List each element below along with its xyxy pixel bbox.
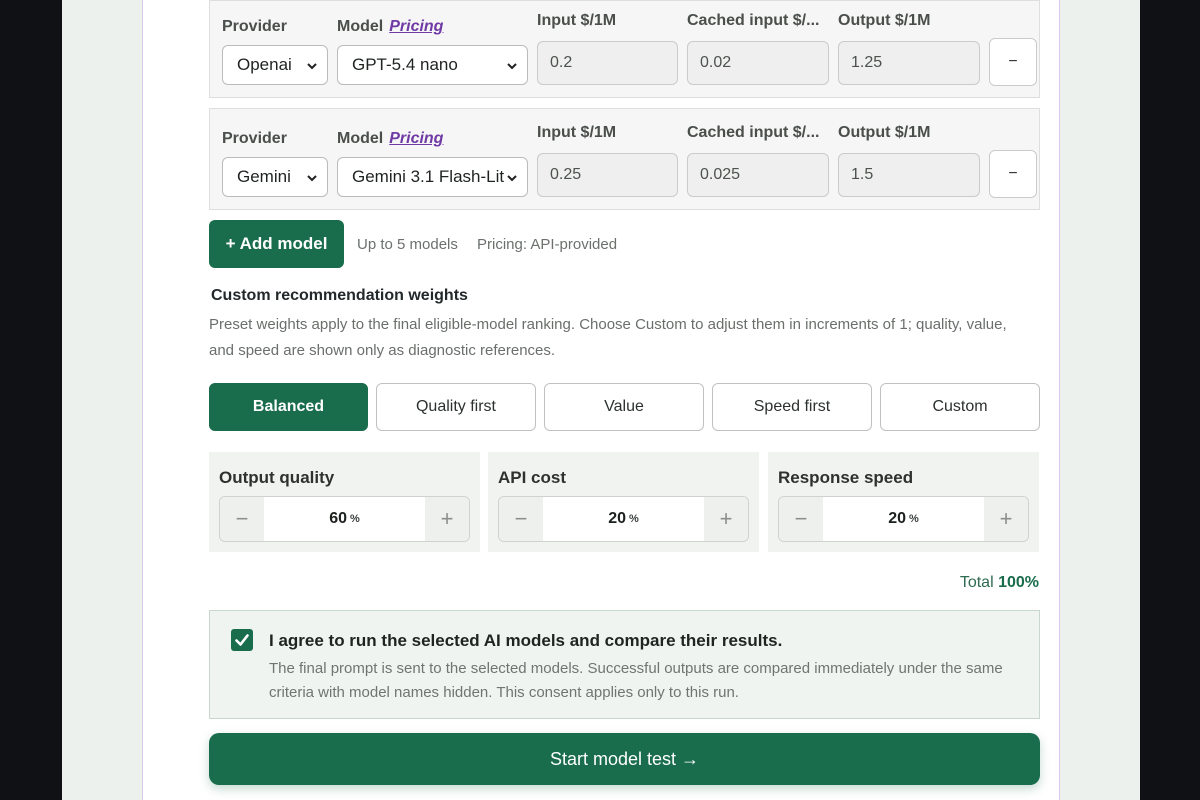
weight-card-quality: Output quality − 60% +	[209, 452, 480, 552]
total-label: Total	[959, 574, 994, 591]
preset-custom-button[interactable]: Custom	[880, 383, 1040, 431]
increment-button[interactable]: +	[425, 497, 469, 541]
provider-select-value: Openai	[237, 55, 292, 74]
weight-label: Response speed	[778, 468, 914, 487]
weight-value[interactable]: 20%	[823, 497, 984, 541]
model-label-text: Model	[337, 130, 384, 147]
decrement-button[interactable]: −	[499, 497, 543, 541]
quality-stepper: − 60% +	[219, 496, 470, 542]
preset-value-button[interactable]: Value	[544, 383, 704, 431]
increment-button[interactable]: +	[984, 497, 1028, 541]
output-price-field[interactable]: 1.5	[838, 153, 980, 197]
decrement-button[interactable]: −	[779, 497, 823, 541]
output-price-label: Output $/1M	[838, 124, 931, 141]
remove-model-button[interactable]: −	[989, 38, 1037, 86]
model-label-text: Model	[337, 18, 384, 35]
weight-value[interactable]: 20%	[543, 497, 704, 541]
consent-text: The final prompt is sent to the selected…	[269, 660, 1003, 701]
input-price-label: Input $/1M	[537, 12, 617, 29]
model-label: Model Pricing	[337, 18, 443, 36]
cached-input-price-field[interactable]: 0.025	[687, 153, 829, 197]
weight-number: 20	[888, 510, 906, 527]
provider-select-value: Gemini	[237, 167, 291, 186]
pricing-source-hint: Pricing: API-provided	[477, 236, 618, 253]
model-limit-hint: Up to 5 models	[357, 236, 458, 253]
output-price-label: Output $/1M	[838, 12, 931, 29]
consent-title: I agree to run the selected AI models an…	[269, 631, 783, 650]
input-price-field[interactable]: 0.25	[537, 153, 678, 197]
chevron-down-icon	[507, 63, 517, 70]
model-select-value: GPT-5.4 nano	[352, 55, 458, 74]
preset-speed-first-button[interactable]: Speed first	[712, 383, 872, 431]
input-price-value: 0.25	[550, 166, 582, 183]
output-price-field[interactable]: 1.25	[838, 41, 980, 85]
provider-select[interactable]: Openai	[222, 45, 328, 85]
model-select[interactable]: GPT-5.4 nano	[337, 45, 528, 85]
cached-input-price-value: 0.02	[700, 54, 732, 71]
input-price-value: 0.2	[550, 54, 573, 71]
weight-unit: %	[350, 513, 360, 525]
weights-description: Preset weights apply to the final eligib…	[209, 316, 1007, 359]
weights-total: Total 100%	[960, 574, 1039, 592]
consent-box: I agree to run the selected AI models an…	[209, 610, 1040, 719]
cached-input-price-value: 0.025	[700, 166, 741, 183]
output-price-value: 1.25	[851, 54, 883, 71]
model-label: Model Pricing	[337, 130, 443, 148]
cached-input-price-label: Cached input $/...	[687, 12, 820, 29]
minus-icon: −	[1008, 165, 1018, 182]
add-model-label: + Add model	[225, 234, 328, 253]
model-select-value: Gemini 3.1 Flash-Lit	[352, 167, 505, 186]
consent-checkbox[interactable]	[231, 629, 253, 651]
checkmark-icon	[235, 634, 249, 646]
weight-number: 20	[608, 510, 626, 527]
preset-balanced-button[interactable]: Balanced	[209, 383, 368, 431]
provider-label: Provider	[222, 130, 287, 147]
pricing-link[interactable]: Pricing	[389, 130, 443, 147]
cached-input-price-label: Cached input $/...	[687, 124, 820, 141]
provider-label: Provider	[222, 18, 287, 35]
input-price-field[interactable]: 0.2	[537, 41, 678, 85]
weight-number: 60	[329, 510, 347, 527]
weight-label: Output quality	[219, 468, 335, 487]
minus-icon: −	[1008, 53, 1018, 70]
weight-label: API cost	[498, 468, 567, 487]
input-price-label: Input $/1M	[537, 124, 617, 141]
weight-unit: %	[909, 513, 919, 525]
speed-stepper: − 20% +	[778, 496, 1029, 542]
chevron-down-icon	[307, 63, 317, 70]
start-button-label: Start model test →	[549, 748, 700, 769]
start-model-test-button[interactable]: Start model test →	[209, 733, 1040, 785]
decrement-button[interactable]: −	[220, 497, 264, 541]
output-price-value: 1.5	[851, 166, 874, 183]
chevron-down-icon	[307, 175, 317, 182]
increment-button[interactable]: +	[704, 497, 748, 541]
add-model-button[interactable]: + Add model	[209, 220, 344, 268]
weight-value[interactable]: 60%	[264, 497, 425, 541]
weights-title: Custom recommendation weights	[211, 287, 468, 304]
pricing-link[interactable]: Pricing	[389, 18, 443, 35]
model-select[interactable]: Gemini 3.1 Flash-Lit	[337, 157, 528, 197]
chevron-down-icon	[507, 175, 517, 182]
cost-stepper: − 20% +	[498, 496, 749, 542]
remove-model-button[interactable]: −	[989, 150, 1037, 198]
total-value: 100%	[998, 574, 1039, 591]
cached-input-price-field[interactable]: 0.02	[687, 41, 829, 85]
weight-card-speed: Response speed − 20% +	[768, 452, 1039, 552]
provider-select[interactable]: Gemini	[222, 157, 328, 197]
preset-quality-first-button[interactable]: Quality first	[376, 383, 536, 431]
weight-card-cost: API cost − 20% +	[488, 452, 759, 552]
weight-unit: %	[629, 513, 639, 525]
